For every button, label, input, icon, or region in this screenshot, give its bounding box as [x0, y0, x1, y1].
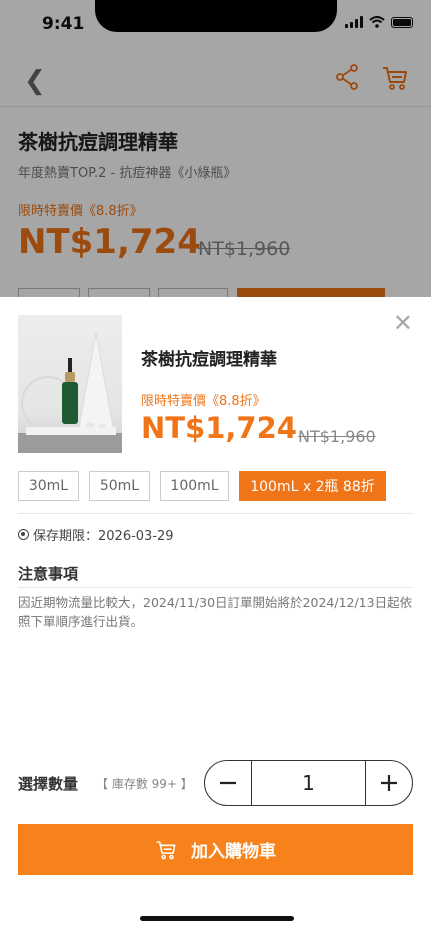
expiry-row: 保存期限：2026-03-29	[18, 525, 174, 544]
minus-icon	[220, 781, 236, 785]
stock-label: 【 庫存數 99+ 】	[96, 777, 193, 791]
decrease-button[interactable]	[205, 761, 251, 805]
variant-options: 30mL 50mL 100mL 100mL x 2瓶 88折	[18, 471, 386, 501]
promo-label: 限時特賣價《8.8折》	[141, 394, 266, 409]
quantity-stepper: 1	[204, 760, 413, 806]
add-to-cart-button[interactable]: 加入購物車	[18, 824, 413, 875]
quantity-value[interactable]: 1	[251, 761, 366, 805]
product-name: 茶樹抗痘調理精華	[141, 350, 277, 370]
dim-overlay[interactable]	[0, 0, 431, 297]
increase-button[interactable]	[366, 761, 412, 805]
option-50ml[interactable]: 50mL	[89, 471, 150, 501]
sale-price: NT$1,724	[141, 411, 297, 445]
option-100ml-x2[interactable]: 100mL x 2瓶 88折	[239, 471, 386, 501]
cart-icon	[156, 840, 176, 859]
product-image	[18, 315, 122, 453]
product-options-sheet: ✕ 茶樹抗痘調理精華 限時特賣價《8.8折》 NT$1,724 NT$1,960…	[0, 297, 431, 932]
option-30ml[interactable]: 30mL	[18, 471, 79, 501]
notes-body: 因近期物流量比較大，2024/11/30日訂單開始將於2024/12/13日起依…	[18, 595, 413, 629]
option-100ml[interactable]: 100mL	[160, 471, 229, 501]
radio-selected-icon	[18, 529, 29, 540]
original-price: NT$1,960	[298, 427, 376, 446]
home-indicator	[140, 916, 294, 921]
close-icon[interactable]: ✕	[393, 311, 413, 335]
serum-bottle-photo	[18, 332, 122, 453]
divider	[18, 513, 413, 514]
divider	[18, 587, 413, 588]
plus-icon	[381, 775, 397, 791]
quantity-label: 選擇數量	[18, 775, 79, 793]
notes-title: 注意事項	[18, 565, 79, 583]
add-to-cart-label: 加入購物車	[191, 842, 276, 862]
expiry-text: 保存期限：2026-03-29	[33, 529, 174, 544]
